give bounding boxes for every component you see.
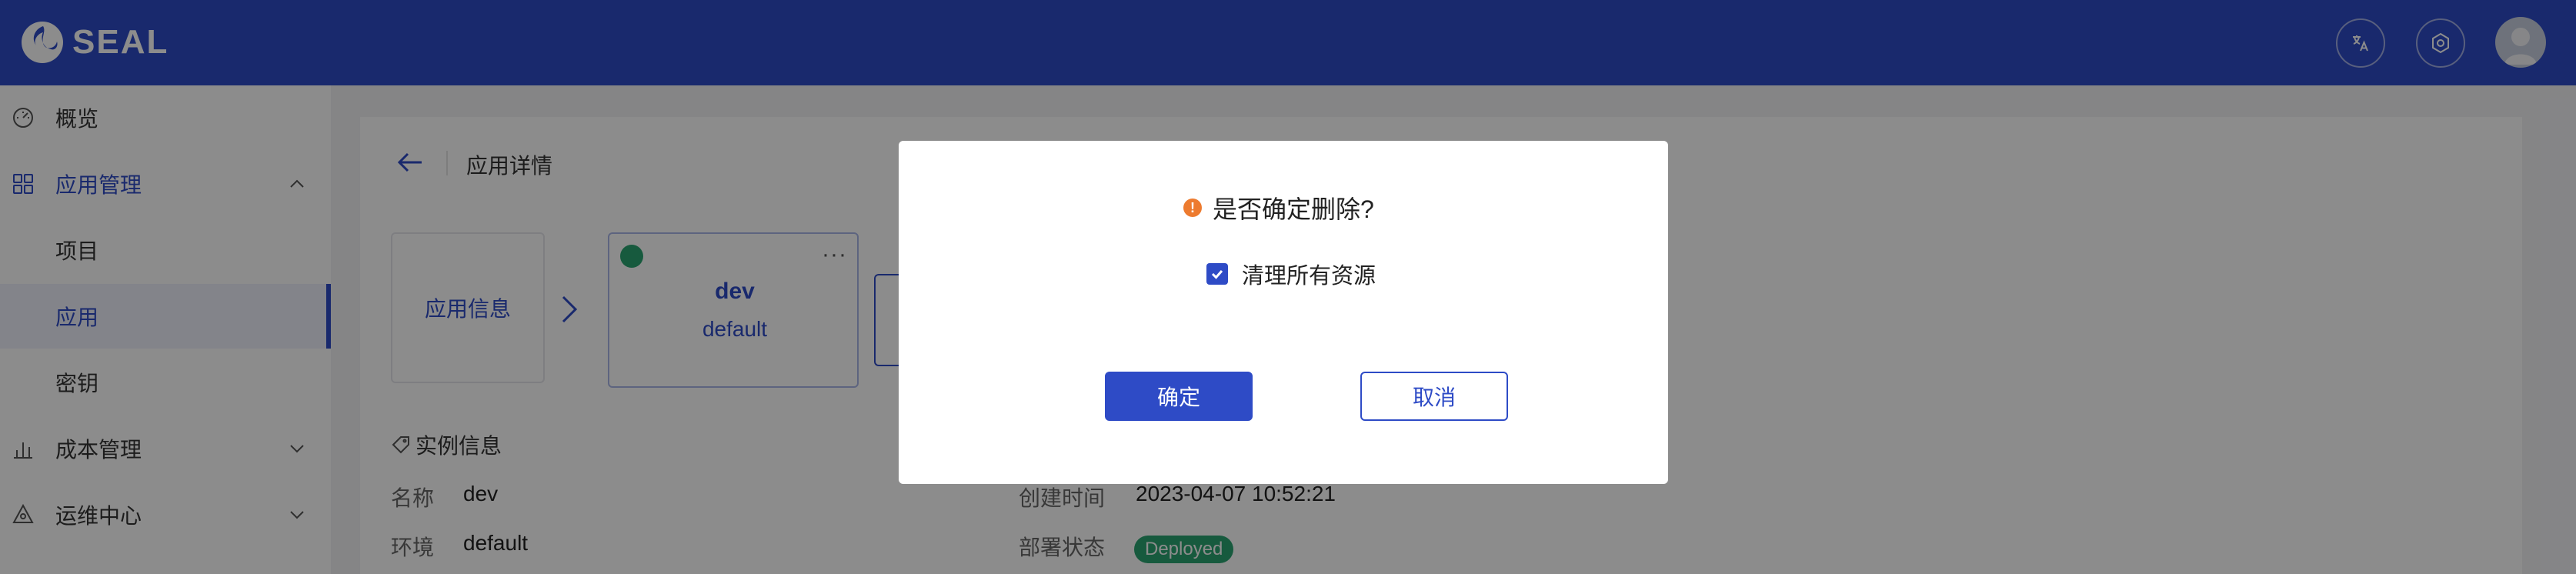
check-icon [1211,270,1223,279]
cleanup-resources-checkbox[interactable] [1206,263,1228,285]
cleanup-resources-option[interactable]: 清理所有资源 [1206,258,1376,290]
dialog-title-text: 是否确定删除? [1213,195,1374,223]
dialog-title: ! 是否确定删除? [1183,190,1374,225]
confirm-button[interactable]: 确定 [1105,372,1253,421]
confirm-delete-dialog: ! 是否确定删除? 清理所有资源 确定 取消 [899,141,1668,484]
warning-icon: ! [1183,199,1202,217]
checkbox-label: 清理所有资源 [1242,264,1376,289]
cancel-button[interactable]: 取消 [1360,372,1508,421]
